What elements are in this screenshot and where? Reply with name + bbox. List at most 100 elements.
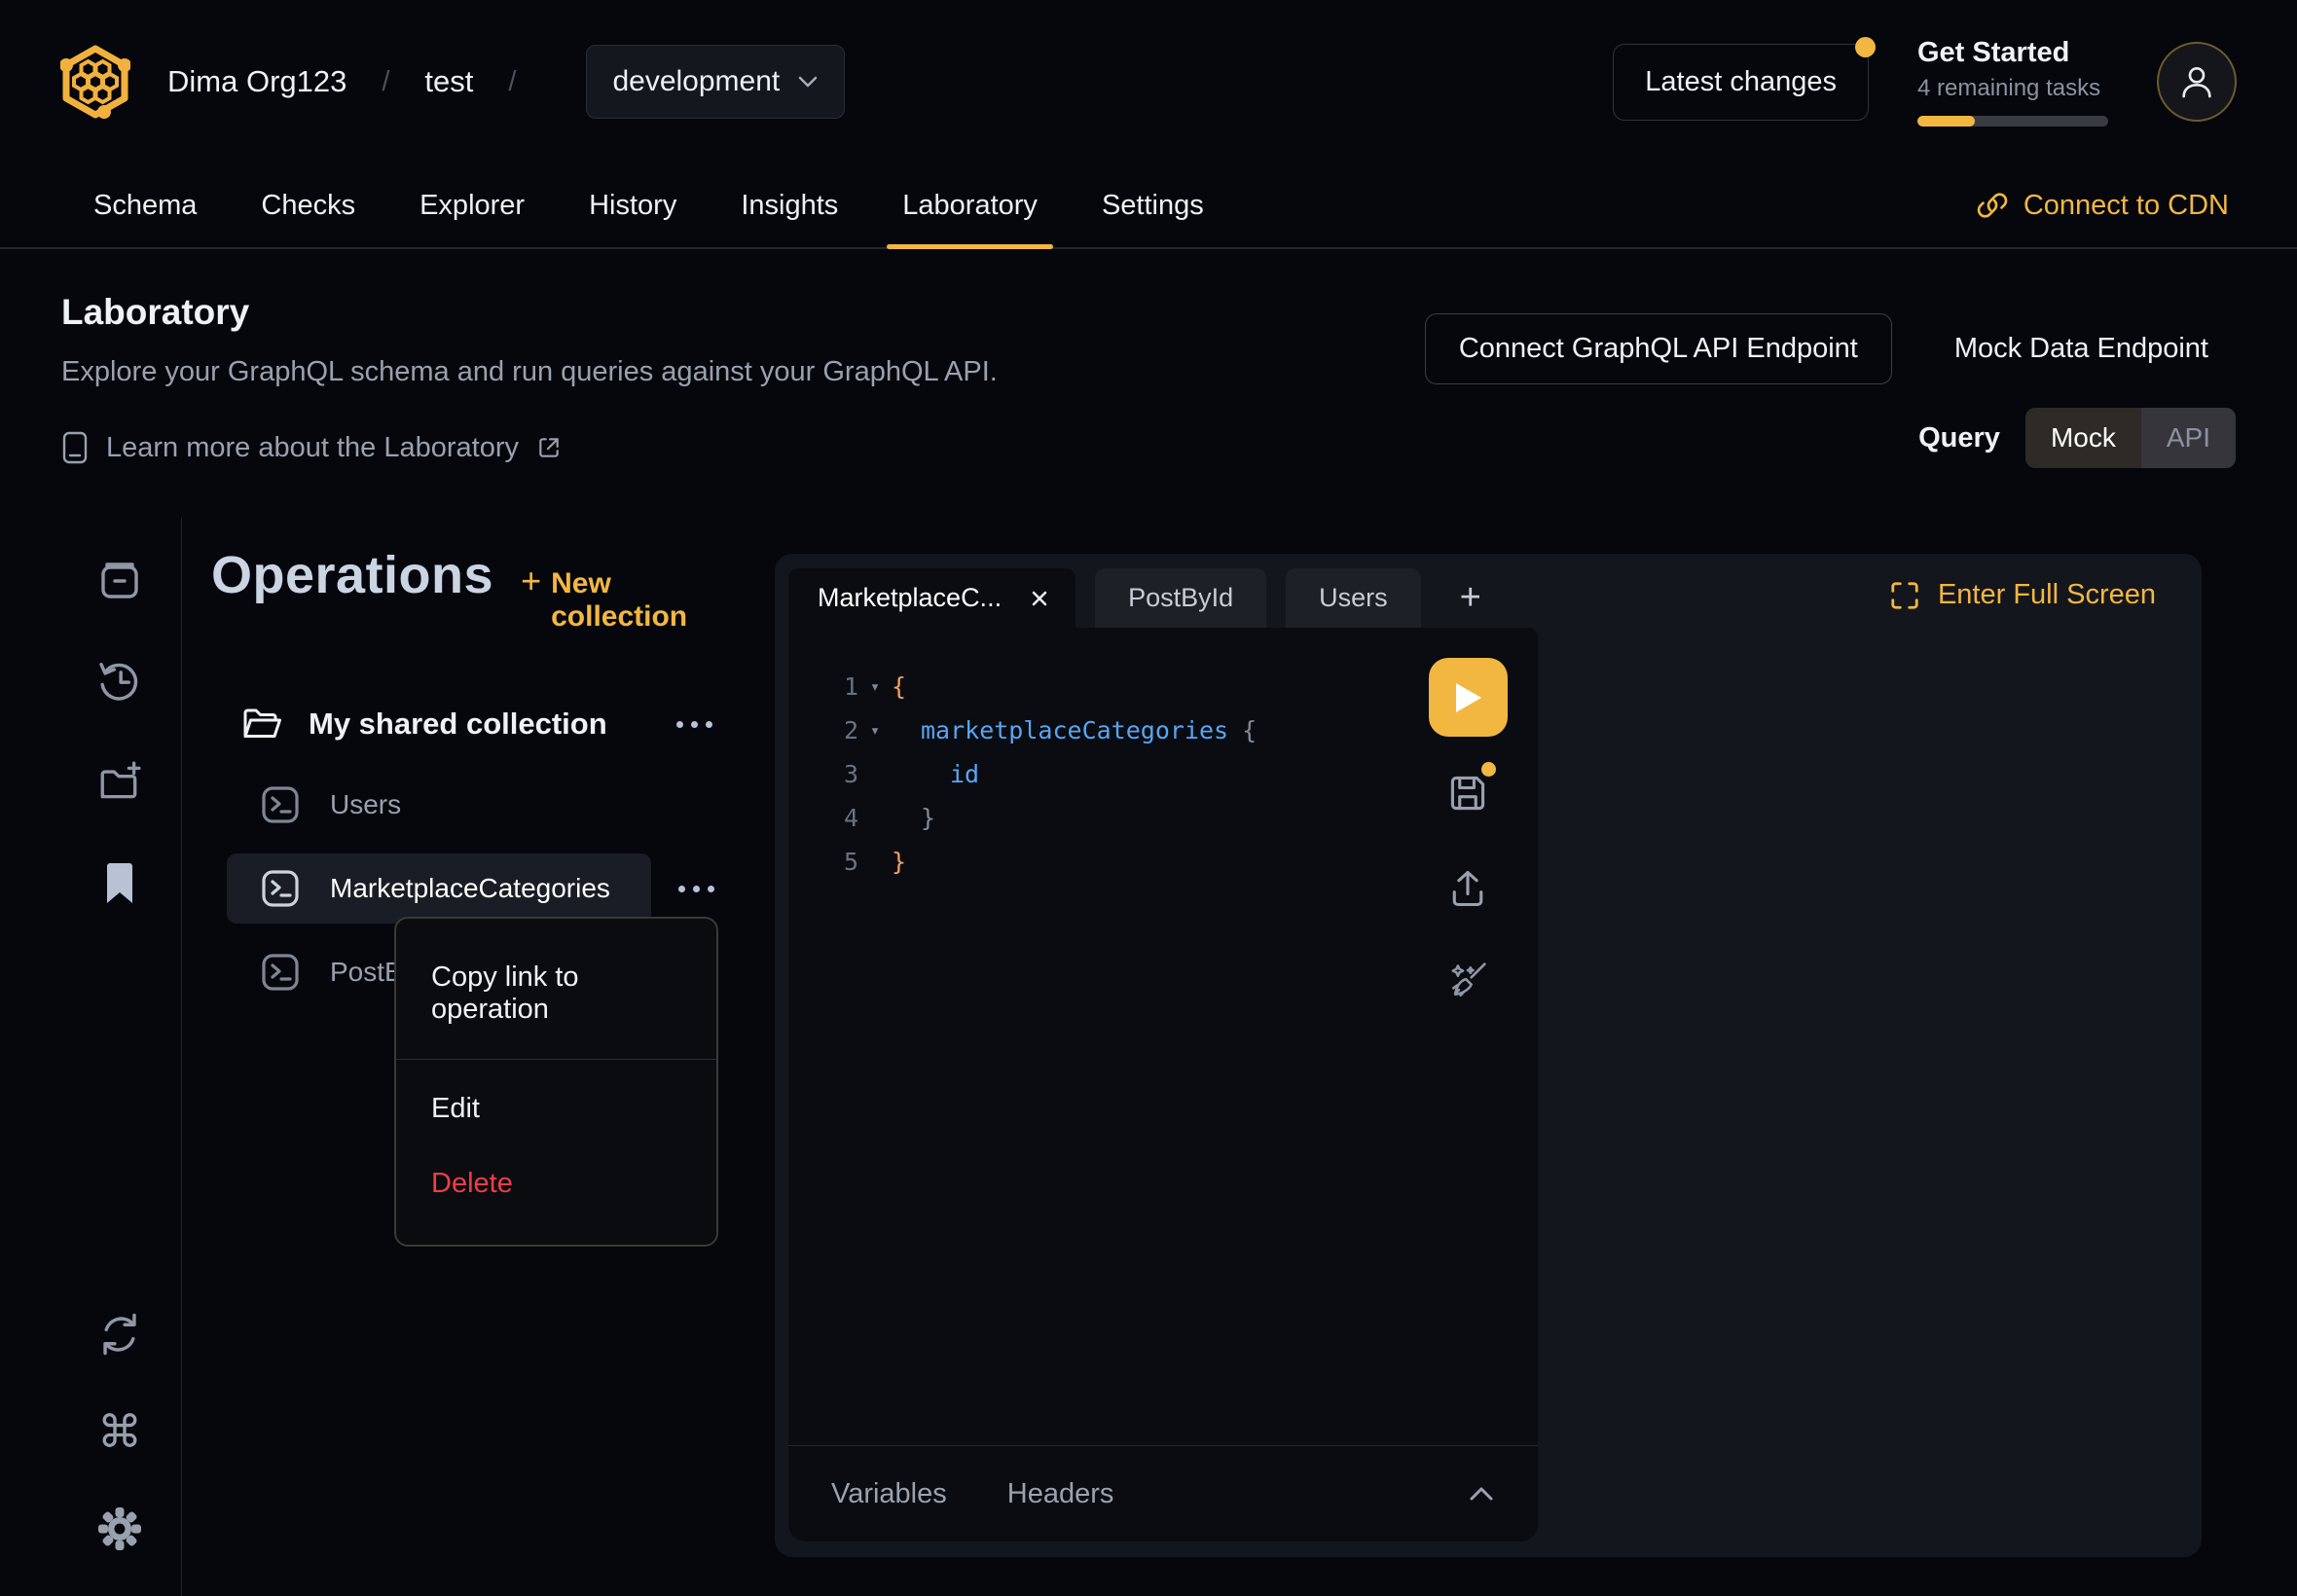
get-started-widget[interactable]: Get Started 4 remaining tasks (1917, 37, 2108, 127)
code-line: 2 ▾ marketplaceCategories { (788, 708, 1538, 752)
chevron-down-icon (797, 74, 819, 90)
page-header: Laboratory Explore your GraphQL schema a… (61, 292, 998, 464)
history-icon[interactable] (97, 659, 142, 704)
line-number: 1 (802, 672, 858, 701)
new-tab-button[interactable]: + (1440, 568, 1501, 628)
run-query-button[interactable] (1429, 658, 1508, 737)
menu-item-edit[interactable]: Edit (396, 1079, 716, 1139)
latest-changes-label: Latest changes (1645, 66, 1837, 97)
code-line: 1 ▾ { (788, 665, 1538, 708)
breadcrumb-project[interactable]: test (424, 64, 473, 99)
query-toggle-row: Query Mock API (1918, 408, 2236, 468)
editor-tab-label: PostById (1128, 583, 1233, 613)
editor-tab-postbyid[interactable]: PostById (1095, 568, 1266, 628)
operation-users[interactable]: Users (227, 770, 651, 840)
new-collection-button[interactable]: + New collection (521, 561, 742, 634)
learn-more-link[interactable]: Learn more about the Laboratory (61, 431, 998, 464)
enter-fullscreen-label: Enter Full Screen (1938, 579, 2156, 611)
query-label: Query (1918, 422, 2000, 454)
user-avatar[interactable] (2157, 42, 2237, 122)
fold-arrow-icon[interactable]: ▾ (858, 677, 892, 697)
play-icon (1454, 681, 1483, 714)
share-operation-button[interactable] (1446, 867, 1489, 910)
code-token: } (892, 848, 906, 876)
book-icon (61, 431, 89, 464)
operations-header: Operations + New collection (211, 545, 742, 634)
operations-archive-icon[interactable] (97, 558, 142, 602)
notification-dot (1855, 37, 1876, 57)
tab-variables[interactable]: Variables (831, 1478, 947, 1510)
connect-to-cdn-link[interactable]: Connect to CDN (1977, 190, 2229, 222)
line-number: 3 (802, 760, 858, 788)
get-started-progressbar (1917, 116, 2108, 127)
refresh-icon[interactable] (97, 1312, 142, 1357)
collection-name: My shared collection (309, 707, 607, 742)
code-token-field: marketplaceCategories (921, 716, 1228, 744)
folder-open-icon (240, 703, 283, 745)
sidebar-divider (181, 518, 182, 1596)
editor-tab-users[interactable]: Users (1286, 568, 1421, 628)
code-line: 5 } (788, 840, 1538, 884)
operation-marketplace-categories[interactable]: MarketplaceCategories (227, 853, 651, 924)
editor-tab-label: Users (1319, 583, 1388, 613)
learn-more-label: Learn more about the Laboratory (106, 432, 519, 464)
variables-headers-bar: Variables Headers (788, 1445, 1538, 1542)
top-bar: Dima Org123 / test / development Latest … (0, 0, 2297, 163)
bookmark-icon[interactable] (100, 861, 139, 906)
operation-menu-button[interactable] (673, 880, 720, 898)
latest-changes-button[interactable]: Latest changes (1613, 44, 1869, 121)
tab-insights[interactable]: Insights (725, 163, 854, 247)
tab-checks[interactable]: Checks (245, 163, 371, 247)
line-number: 5 (802, 848, 858, 876)
endpoint-controls: Connect GraphQL API Endpoint Mock Data E… (1425, 313, 2236, 468)
new-collection-folder-icon[interactable] (97, 760, 142, 805)
code-lines: 1 ▾ { 2 ▾ marketplaceCategories { 3 id 4 (788, 628, 1538, 884)
main-nav: Schema Checks Explorer History Insights … (0, 163, 2297, 249)
editor-tab-marketplace[interactable]: MarketplaceC... (788, 568, 1076, 628)
line-number: 2 (802, 716, 858, 744)
prettify-icon[interactable] (1446, 960, 1489, 1002)
command-shortcuts-icon[interactable]: ⌘ (97, 1409, 142, 1454)
operation-icon (260, 784, 301, 825)
mock-data-endpoint-label[interactable]: Mock Data Endpoint (1954, 333, 2208, 365)
toggle-option-mock[interactable]: Mock (2025, 408, 2141, 468)
toggle-option-api[interactable]: API (2141, 408, 2236, 468)
tab-history[interactable]: History (573, 163, 692, 247)
collection-my-shared[interactable]: My shared collection (211, 692, 742, 756)
external-link-icon (536, 435, 562, 460)
close-icon[interactable] (1029, 588, 1050, 609)
new-collection-label: New collection (551, 567, 742, 634)
page-subtitle: Explore your GraphQL schema and run quer… (61, 356, 998, 388)
breadcrumb-org[interactable]: Dima Org123 (167, 64, 346, 99)
query-code-editor[interactable]: 1 ▾ { 2 ▾ marketplaceCategories { 3 id 4 (788, 628, 1538, 1445)
tab-explorer[interactable]: Explorer (404, 163, 540, 247)
chevron-up-icon[interactable] (1468, 1485, 1495, 1503)
code-token: { (1242, 716, 1257, 744)
save-operation-button[interactable] (1446, 772, 1489, 815)
tab-headers[interactable]: Headers (1007, 1478, 1114, 1510)
tab-laboratory[interactable]: Laboratory (887, 163, 1053, 247)
fold-arrow-icon[interactable]: ▾ (858, 721, 892, 741)
collection-menu-button[interactable] (671, 715, 718, 734)
operation-label: Users (330, 789, 401, 820)
code-token: } (921, 804, 935, 832)
tab-schema[interactable]: Schema (78, 163, 212, 247)
menu-item-delete[interactable]: Delete (396, 1154, 716, 1214)
gear-icon[interactable] (97, 1506, 142, 1551)
target-selector-value: development (612, 65, 780, 98)
laboratory-sidebar (94, 558, 145, 906)
query-editor-panel: MarketplaceC... PostById Users + (775, 554, 2202, 1557)
tab-settings[interactable]: Settings (1086, 163, 1220, 247)
line-number: 4 (802, 804, 858, 832)
target-selector[interactable]: development (586, 45, 845, 119)
operations-title: Operations (211, 545, 493, 605)
menu-item-copy-link[interactable]: Copy link to operation (396, 948, 716, 1039)
hive-logo-icon[interactable] (60, 43, 130, 121)
connect-graphql-endpoint-button[interactable]: Connect GraphQL API Endpoint (1425, 313, 1892, 384)
editor-tabs: MarketplaceC... PostById Users + (788, 568, 1501, 628)
operation-line: MarketplaceCategories (211, 853, 742, 924)
endpoint-row: Connect GraphQL API Endpoint Mock Data E… (1425, 313, 2236, 384)
operation-label: MarketplaceCategories (330, 873, 610, 904)
code-line: 3 id (788, 752, 1538, 796)
enter-fullscreen-button[interactable]: Enter Full Screen (1889, 579, 2156, 611)
